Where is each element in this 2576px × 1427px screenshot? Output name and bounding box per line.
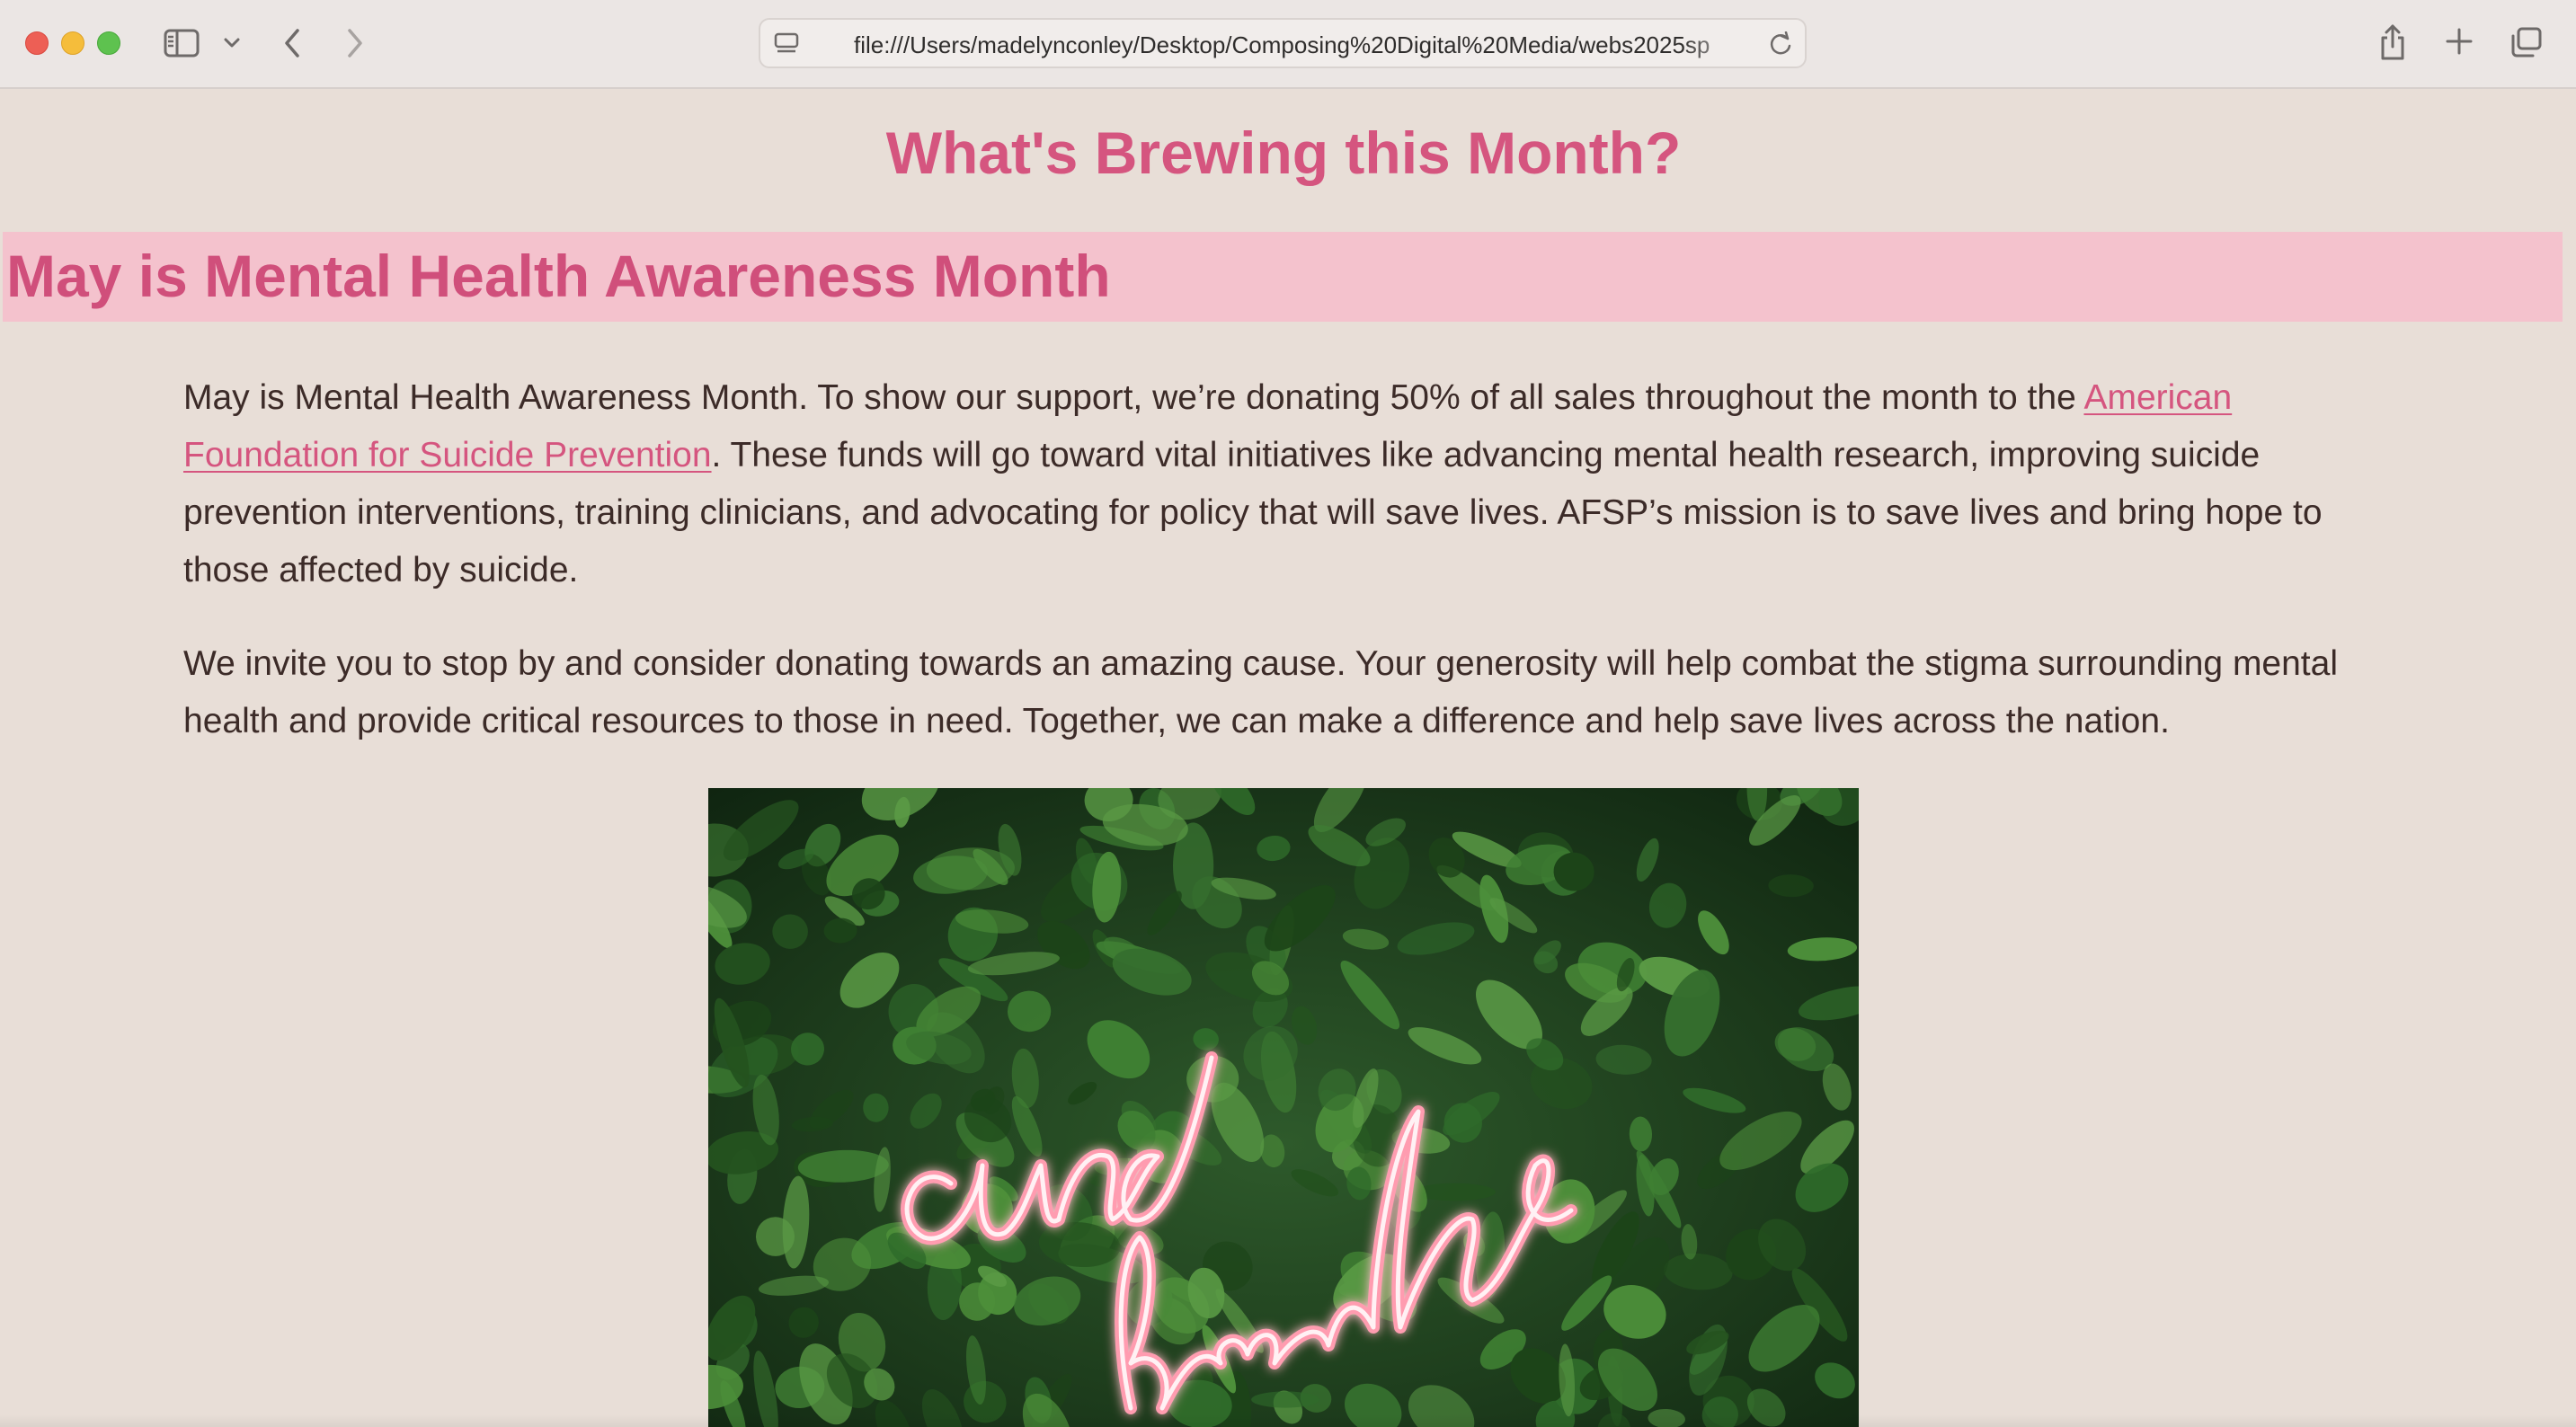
chevron-right-icon[interactable]	[342, 25, 369, 61]
bottom-shadow	[0, 1414, 2576, 1427]
paragraph-text: May is Mental Health Awareness Month. To…	[183, 378, 2084, 417]
close-button-icon[interactable]	[25, 31, 49, 55]
zoom-button-icon[interactable]	[97, 31, 120, 55]
browser-toolbar: file:///Users/madelynconley/Desktop/Comp…	[0, 0, 2576, 89]
chevron-left-icon[interactable]	[279, 25, 306, 61]
leaf-shape	[1251, 1391, 1319, 1408]
minimize-button-icon[interactable]	[61, 31, 84, 55]
address-bar[interactable]: file:///Users/madelynconley/Desktop/Comp…	[759, 18, 1807, 68]
page-settings-icon[interactable]	[773, 31, 800, 58]
url-text[interactable]: file:///Users/madelynconley/Desktop/Comp…	[854, 31, 1753, 58]
chevron-down-icon[interactable]	[221, 32, 243, 54]
share-icon[interactable]	[2376, 22, 2409, 63]
section-heading: May is Mental Health Awareness Month	[6, 243, 1111, 309]
tab-overview-icon[interactable]	[2508, 25, 2544, 59]
web-page: What's Brewing this Month? May is Mental…	[0, 89, 2576, 1427]
section-heading-band: May is Mental Health Awareness Month	[3, 232, 2563, 322]
plus-icon[interactable]	[2443, 25, 2475, 58]
page-title: What's Brewing this Month?	[885, 120, 1682, 186]
sidebar-icon[interactable]	[162, 27, 201, 59]
donation-paragraph: May is Mental Health Awareness Month. To…	[183, 369, 2394, 599]
reload-icon[interactable]	[1767, 31, 1794, 58]
foliage-neon-image	[708, 788, 1859, 1427]
browser-window: file:///Users/madelynconley/Desktop/Comp…	[0, 0, 2576, 1427]
neon-sign-photo	[708, 788, 1859, 1427]
invite-paragraph: We invite you to stop by and consider do…	[183, 644, 2338, 740]
